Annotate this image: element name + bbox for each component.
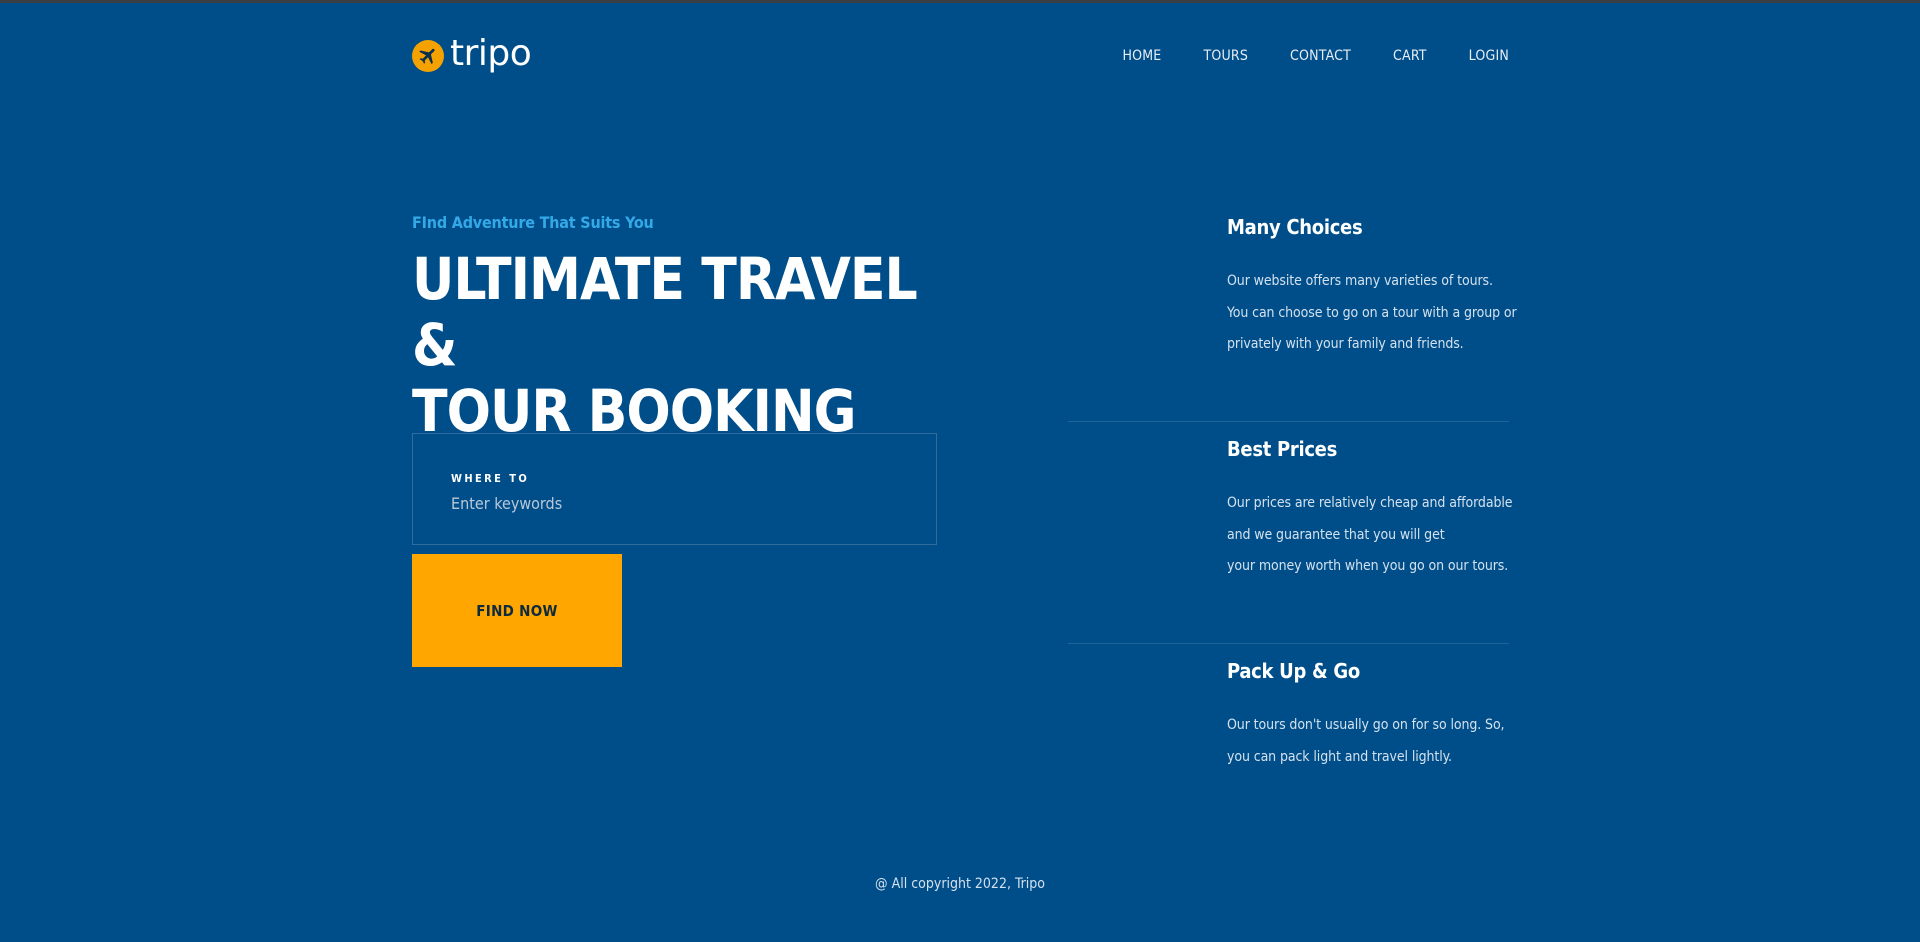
feature-item: Best Prices Our prices are relatively ch… bbox=[1068, 422, 1513, 644]
feature-description: Our prices are relatively cheap and affo… bbox=[1227, 488, 1517, 583]
feature-item: Many Choices Our website offers many var… bbox=[1068, 200, 1517, 422]
feature-text-line: Our prices are relatively cheap and affo… bbox=[1227, 495, 1513, 511]
feature-title: Pack Up & Go bbox=[1227, 659, 1360, 683]
search-input[interactable] bbox=[451, 490, 871, 516]
search-box: WHERE TO bbox=[412, 433, 937, 545]
hero-section: FInd Adventure That Suits You ULTIMATE T… bbox=[412, 213, 932, 444]
nav-tours[interactable]: TOURS bbox=[1203, 48, 1248, 64]
site-header: tripo HOME TOURS CONTACT CART LOGIN bbox=[412, 33, 1509, 76]
brand-name: tripo bbox=[450, 33, 532, 74]
feature-item: Pack Up & Go Our tours don't usually go … bbox=[1068, 644, 1509, 866]
nav-login[interactable]: LOGIN bbox=[1469, 48, 1509, 64]
feature-description: Our tours don't usually go on for so lon… bbox=[1227, 710, 1517, 773]
find-now-button[interactable]: FIND NOW bbox=[412, 554, 622, 667]
feature-title: Best Prices bbox=[1227, 437, 1338, 461]
nav-cart[interactable]: CART bbox=[1393, 48, 1427, 64]
window-top-border bbox=[0, 0, 1920, 3]
airplane-icon bbox=[412, 40, 444, 72]
feature-text-line: You can choose to go on a tour with a gr… bbox=[1227, 304, 1517, 321]
hero-headline-line1: ULTIMATE TRAVEL & bbox=[412, 245, 918, 379]
features-list: Many Choices Our website offers many var… bbox=[1068, 200, 1517, 866]
feature-text-line: your money worth when you go on our tour… bbox=[1227, 558, 1509, 574]
nav-home[interactable]: HOME bbox=[1122, 48, 1161, 64]
logo[interactable]: tripo bbox=[412, 33, 532, 76]
site-footer: @ All copyright 2022, Tripo bbox=[0, 876, 1920, 892]
feature-text-line: and we guarantee that you will get bbox=[1227, 526, 1445, 543]
nav-contact[interactable]: CONTACT bbox=[1290, 48, 1351, 64]
search-label: WHERE TO bbox=[451, 472, 530, 485]
feature-text-line: Our tours don't usually go on for so lon… bbox=[1227, 717, 1505, 733]
hero-headline: ULTIMATE TRAVEL & TOUR BOOKING bbox=[412, 246, 932, 444]
feature-description: Our website offers many varieties of tou… bbox=[1227, 266, 1517, 361]
copyright-text: @ All copyright 2022, Tripo bbox=[875, 876, 1045, 892]
feature-title: Many Choices bbox=[1227, 215, 1363, 239]
main-nav: HOME TOURS CONTACT CART LOGIN bbox=[1122, 36, 1509, 76]
feature-text-line: Our website offers many varieties of tou… bbox=[1227, 273, 1493, 289]
feature-text-line: you can pack light and travel lightly. bbox=[1227, 748, 1452, 765]
hero-eyebrow: FInd Adventure That Suits You bbox=[412, 213, 654, 232]
feature-text-line: privately with your family and friends. bbox=[1227, 336, 1464, 352]
